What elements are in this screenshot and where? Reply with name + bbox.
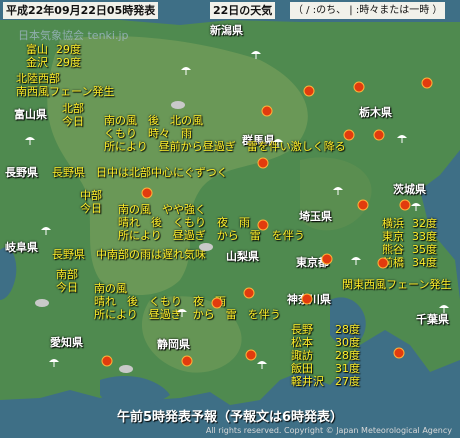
sun-icon xyxy=(181,355,193,367)
kanto-note: 関東西風フェーン発生 xyxy=(342,278,452,291)
sun-icon xyxy=(353,81,365,93)
cloud-icon xyxy=(171,101,185,109)
umbrella-icon xyxy=(181,67,191,75)
pref-yamanashi: 山梨県 xyxy=(226,250,259,263)
umbrella-icon xyxy=(351,257,361,265)
cloud-icon xyxy=(199,243,213,251)
map-title: 午前5時発表予報（予報文は6時発表） xyxy=(116,410,344,425)
temp-row: 長野 28度 xyxy=(291,323,360,336)
sun-icon xyxy=(343,129,355,141)
north-label: 北部 今日 xyxy=(62,102,84,128)
umbrella-icon xyxy=(397,135,407,143)
issue-date: 平成22年09月22日05時発表 xyxy=(3,2,159,19)
pref-gifu: 岐阜県 xyxy=(5,241,38,254)
sun-icon xyxy=(421,77,433,89)
cloud-icon xyxy=(119,365,133,373)
sun-icon xyxy=(211,297,223,309)
south-label: 南部 今日 xyxy=(56,268,78,294)
sun-icon xyxy=(257,157,269,169)
umbrella-icon xyxy=(439,305,449,313)
symbol-legend: （ / :のち、 | :時々または一時 ） xyxy=(290,2,446,19)
temp-row: 飯田 31度 xyxy=(291,362,360,375)
nagano-note: 長野県 日中は北部中心にぐずつく xyxy=(52,166,228,179)
sun-icon xyxy=(101,355,113,367)
umbrella-icon xyxy=(273,139,283,147)
copyright: All rights reserved. Copyright © Japan M… xyxy=(205,426,452,435)
temps-nagano: 長野 28度 松本 30度 諏訪 28度 飯田 31度 軽井沢 27度 xyxy=(291,323,360,388)
cloud-icon xyxy=(35,299,49,307)
umbrella-icon xyxy=(251,51,261,59)
temps-hokuriku: 富山 29度 金沢 29度 xyxy=(26,43,81,69)
temp-row: 熊谷 35度 xyxy=(382,243,437,256)
sun-icon xyxy=(373,129,385,141)
temp-row: 前橋 34度 xyxy=(382,256,437,269)
watermark-logo: 日本気象協会 tenki.jp xyxy=(18,29,129,42)
sun-icon xyxy=(377,257,389,269)
umbrella-icon xyxy=(411,203,421,211)
pref-aichi: 愛知県 xyxy=(50,336,83,349)
mid-forecast: 南の風 やや強く 晴れ 後 くもり 夜 雨 所により 昼過ぎ から 雷 を伴う xyxy=(118,203,305,242)
umbrella-icon xyxy=(41,227,51,235)
sun-icon xyxy=(357,199,369,211)
umbrella-icon xyxy=(333,187,343,195)
mid-label: 中部 今日 xyxy=(80,189,102,215)
sun-icon xyxy=(141,187,153,199)
temp-row: 横浜 32度 xyxy=(382,217,437,230)
temp-row: 諏訪 28度 xyxy=(291,349,360,362)
umbrella-icon xyxy=(177,309,187,317)
sun-icon xyxy=(257,219,269,231)
umbrella-icon xyxy=(25,137,35,145)
pref-ibaraki: 茨城県 xyxy=(393,183,426,196)
umbrella-icon xyxy=(49,359,59,367)
sun-icon xyxy=(243,287,255,299)
temp-row: 東京 33度 xyxy=(382,230,437,243)
sun-icon xyxy=(301,293,313,305)
forecast-day-heading: 22日の天気 xyxy=(210,2,276,19)
umbrella-icon xyxy=(257,361,267,369)
temp-row: 富山 29度 xyxy=(26,43,81,56)
temp-row: 軽井沢 27度 xyxy=(291,375,360,388)
hokuriku-note: 北陸西部 南西風フェーン発生 xyxy=(16,72,115,98)
pref-toyama: 富山県 xyxy=(14,108,47,121)
pref-tochigi: 栃木県 xyxy=(359,106,392,119)
pref-shizuoka: 静岡県 xyxy=(157,338,190,351)
sun-icon xyxy=(261,105,273,117)
south-note: 長野県 中南部の雨は遅れ気味 xyxy=(52,248,206,261)
temps-kanto: 横浜 32度 東京 33度 熊谷 35度 前橋 34度 xyxy=(382,217,437,269)
north-forecast: 南の風 後 北の風 くもり 時々 雨 所により 昼前から昼過ぎ 雷を伴い激しく降… xyxy=(104,114,346,153)
temp-row: 金沢 29度 xyxy=(26,56,81,69)
pref-niigata: 新潟県 xyxy=(210,24,243,37)
sun-icon xyxy=(393,347,405,359)
pref-nagano: 長野県 xyxy=(5,166,38,179)
temp-row: 松本 30度 xyxy=(291,336,360,349)
sun-icon xyxy=(321,253,333,265)
sun-icon xyxy=(303,85,315,97)
